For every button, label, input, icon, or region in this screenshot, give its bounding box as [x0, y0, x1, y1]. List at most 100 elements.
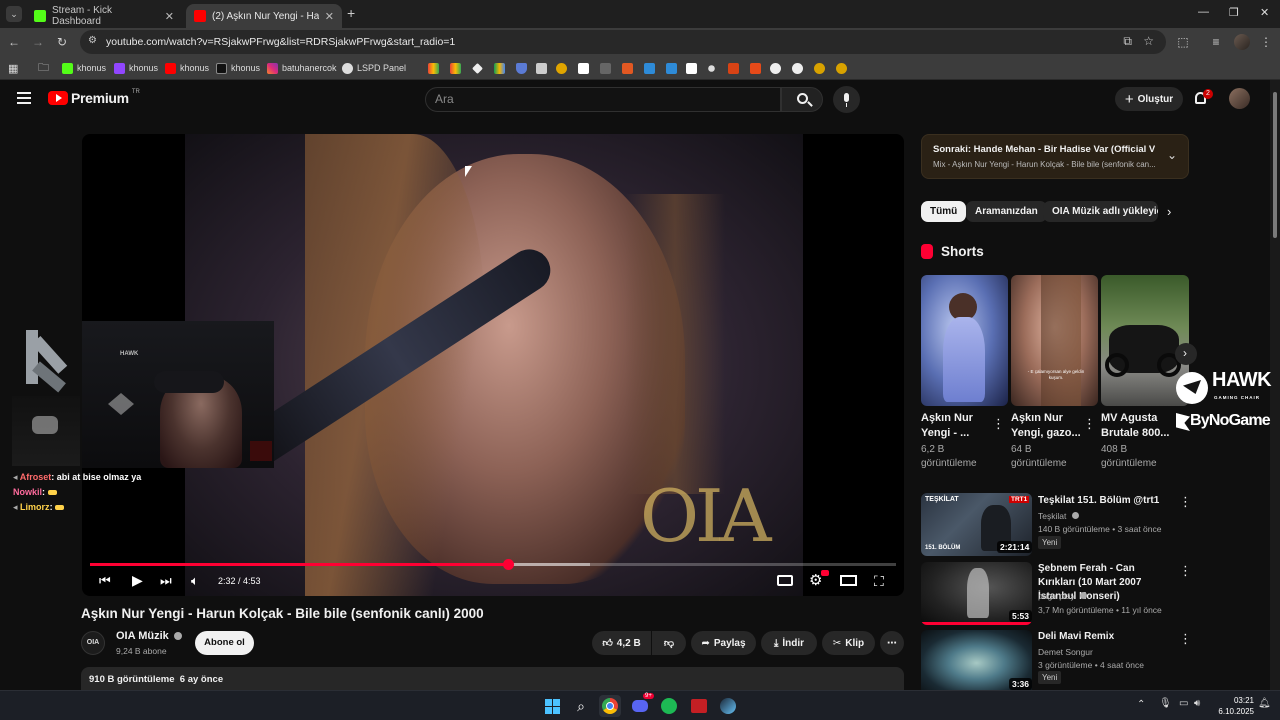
search-input[interactable]: Ara	[425, 87, 781, 112]
search-icon[interactable]: ⌕	[570, 695, 592, 717]
tab-search-button[interactable]: ⌄	[6, 6, 22, 22]
reload-icon[interactable]: ↻	[54, 34, 70, 50]
volume-icon[interactable]: 🔊︎	[1194, 698, 1200, 709]
more-icon[interactable]: ⋮	[992, 416, 1005, 432]
account-avatar[interactable]	[1229, 88, 1250, 109]
game-icon[interactable]	[728, 61, 739, 75]
bookmark-twitch[interactable]: khonus	[114, 61, 158, 75]
arrow-icon[interactable]	[706, 61, 717, 75]
fullscreen-icon[interactable]: ⛶	[874, 573, 884, 590]
spotify-icon[interactable]	[658, 695, 680, 717]
short-title[interactable]: Aşkın Nur Yengi, gazo...	[1011, 411, 1081, 441]
channel-name[interactable]: OIA Müzik	[116, 630, 182, 642]
tool-icon[interactable]	[556, 61, 567, 75]
bookmark-lspd[interactable]: LSPD Panel	[342, 61, 406, 75]
voice-search-button[interactable]	[833, 86, 860, 113]
create-button[interactable]: + Oluştur	[1115, 87, 1183, 111]
hamburger-menu-icon[interactable]	[17, 92, 31, 104]
clock[interactable]: 03:21 6.10.2025	[1214, 695, 1254, 717]
extensions-icon[interactable]: ⬚	[1175, 34, 1191, 50]
download-button[interactable]: ⤓ İndir	[761, 631, 817, 655]
drive-icon[interactable]	[494, 61, 505, 75]
chart-icon[interactable]	[666, 61, 677, 75]
next-icon[interactable]: ⏭	[160, 573, 172, 589]
short-title[interactable]: MV Agusta Brutale 800...	[1101, 411, 1169, 441]
apps-icon[interactable]: ▦	[8, 61, 18, 75]
notification-center-icon[interactable]: 🔔︎	[1258, 698, 1271, 709]
recommended-title[interactable]: Deli Mavi Remix	[1038, 630, 1173, 644]
more-actions-button[interactable]: ⋯	[880, 631, 904, 655]
video-thumbnail[interactable]: TEŞKİLAT TRT1 151. BÖLÜM 2:21:14	[921, 493, 1032, 556]
volume-icon[interactable]: 🔈︎	[191, 573, 199, 589]
share-button[interactable]: ➦ Paylaş	[691, 631, 756, 655]
gmail-icon[interactable]	[450, 61, 461, 75]
bookmark-instagram[interactable]: batuhanercok	[267, 61, 337, 75]
forward-icon[interactable]: →	[30, 34, 46, 50]
game-icon[interactable]	[750, 61, 761, 75]
fox-icon[interactable]	[622, 61, 633, 75]
up-next-panel[interactable]: Sonraki: Hande Mehan - Bir Hadise Var (O…	[921, 134, 1189, 179]
diamond-icon[interactable]	[472, 61, 483, 75]
dislike-button[interactable]: 👎︎	[652, 631, 686, 655]
profile-avatar[interactable]	[1234, 34, 1250, 50]
theater-mode-icon[interactable]	[840, 575, 857, 586]
address-bar[interactable]: ⚙ youtube.com/watch?v=RSjakwPFrwg&list=R…	[80, 30, 1166, 54]
more-icon[interactable]: ⋮	[1179, 494, 1192, 510]
gmail-icon[interactable]	[428, 61, 439, 75]
chrome-icon[interactable]	[599, 695, 621, 717]
window-close-icon[interactable]: ✕	[1260, 6, 1269, 19]
bookmark-x[interactable]: khonus	[216, 61, 260, 75]
youtube-logo[interactable]: Premium TR	[48, 89, 140, 106]
shorts-next-button[interactable]: ›	[1175, 343, 1197, 365]
video-thumbnail[interactable]: 3:36	[921, 630, 1032, 690]
folder-icon[interactable]: 🗀	[38, 61, 49, 75]
microphone-icon[interactable]: 🎙︎	[1159, 698, 1172, 709]
short-thumbnail[interactable]: - E çalamıyorsan alye geldin kuşum.	[1011, 275, 1098, 406]
chevron-down-icon[interactable]: ⌄	[1167, 148, 1177, 162]
play-icon[interactable]: ▶	[132, 572, 143, 589]
ball-icon[interactable]	[770, 61, 781, 75]
back-icon[interactable]: ←	[6, 34, 22, 50]
subscribe-button[interactable]: Abone ol	[195, 631, 254, 655]
chrome-menu-icon[interactable]: ⋮	[1258, 34, 1274, 50]
more-icon[interactable]: ⋮	[1179, 631, 1192, 647]
description-box[interactable]: 910 B görüntüleme 6 ay önce	[81, 667, 904, 690]
recommended-title[interactable]: Teşkilat 151. Bölüm @trt1	[1038, 494, 1173, 508]
ball-icon[interactable]	[792, 61, 803, 75]
chip-from-search[interactable]: Aramanızdan	[966, 201, 1047, 222]
video-thumbnail[interactable]: 5:53	[921, 562, 1032, 625]
tab-kick-dashboard[interactable]: Stream - Kick Dashboard ✕	[26, 4, 182, 28]
bookmark-kick[interactable]: khonus	[62, 61, 106, 75]
chip-all[interactable]: Tümü	[921, 201, 967, 222]
new-tab-button[interactable]: +	[347, 5, 355, 21]
steam-icon[interactable]	[717, 695, 739, 717]
short-thumbnail[interactable]	[921, 275, 1008, 406]
bookmark-youtube[interactable]: khonus	[165, 61, 209, 75]
channel-avatar[interactable]: OIA	[81, 631, 105, 655]
subtitles-icon[interactable]	[777, 575, 793, 586]
dash-icon[interactable]	[600, 61, 611, 75]
minimize-icon[interactable]: —	[1198, 6, 1209, 18]
search-button[interactable]	[781, 87, 823, 112]
media-icon[interactable]: ≡	[1208, 34, 1224, 50]
coin-icon[interactable]	[836, 61, 847, 75]
tray-overflow-icon[interactable]: ⌃	[1137, 699, 1145, 710]
windows-start-icon[interactable]	[541, 695, 563, 717]
more-icon[interactable]: ⋮	[1083, 416, 1096, 432]
close-icon[interactable]: ✕	[325, 10, 334, 23]
restore-icon[interactable]: ❐	[1229, 6, 1239, 19]
sheet-icon[interactable]	[536, 61, 547, 75]
chevron-right-icon[interactable]: ›	[1167, 204, 1171, 219]
more-icon[interactable]: ⋮	[1179, 563, 1192, 579]
progress-scrubber[interactable]	[502, 559, 514, 570]
shield-icon[interactable]	[516, 61, 527, 75]
discord-icon[interactable]: 9+	[629, 693, 654, 717]
obs-icon[interactable]	[688, 695, 710, 717]
chip-uploader[interactable]: OIA Müzik adlı yükleyici	[1043, 201, 1158, 222]
tab-youtube[interactable]: (2) Aşkın Nur Yengi - Harun Kolç ✕	[186, 4, 342, 28]
network-icon[interactable]: ▭	[1179, 698, 1188, 709]
coin-icon[interactable]	[814, 61, 825, 75]
short-title[interactable]: Aşkın Nur Yengi - ...	[921, 411, 973, 441]
bookmark-star-icon[interactable]: ☆	[1143, 34, 1154, 48]
folder-blue-icon[interactable]	[644, 61, 655, 75]
